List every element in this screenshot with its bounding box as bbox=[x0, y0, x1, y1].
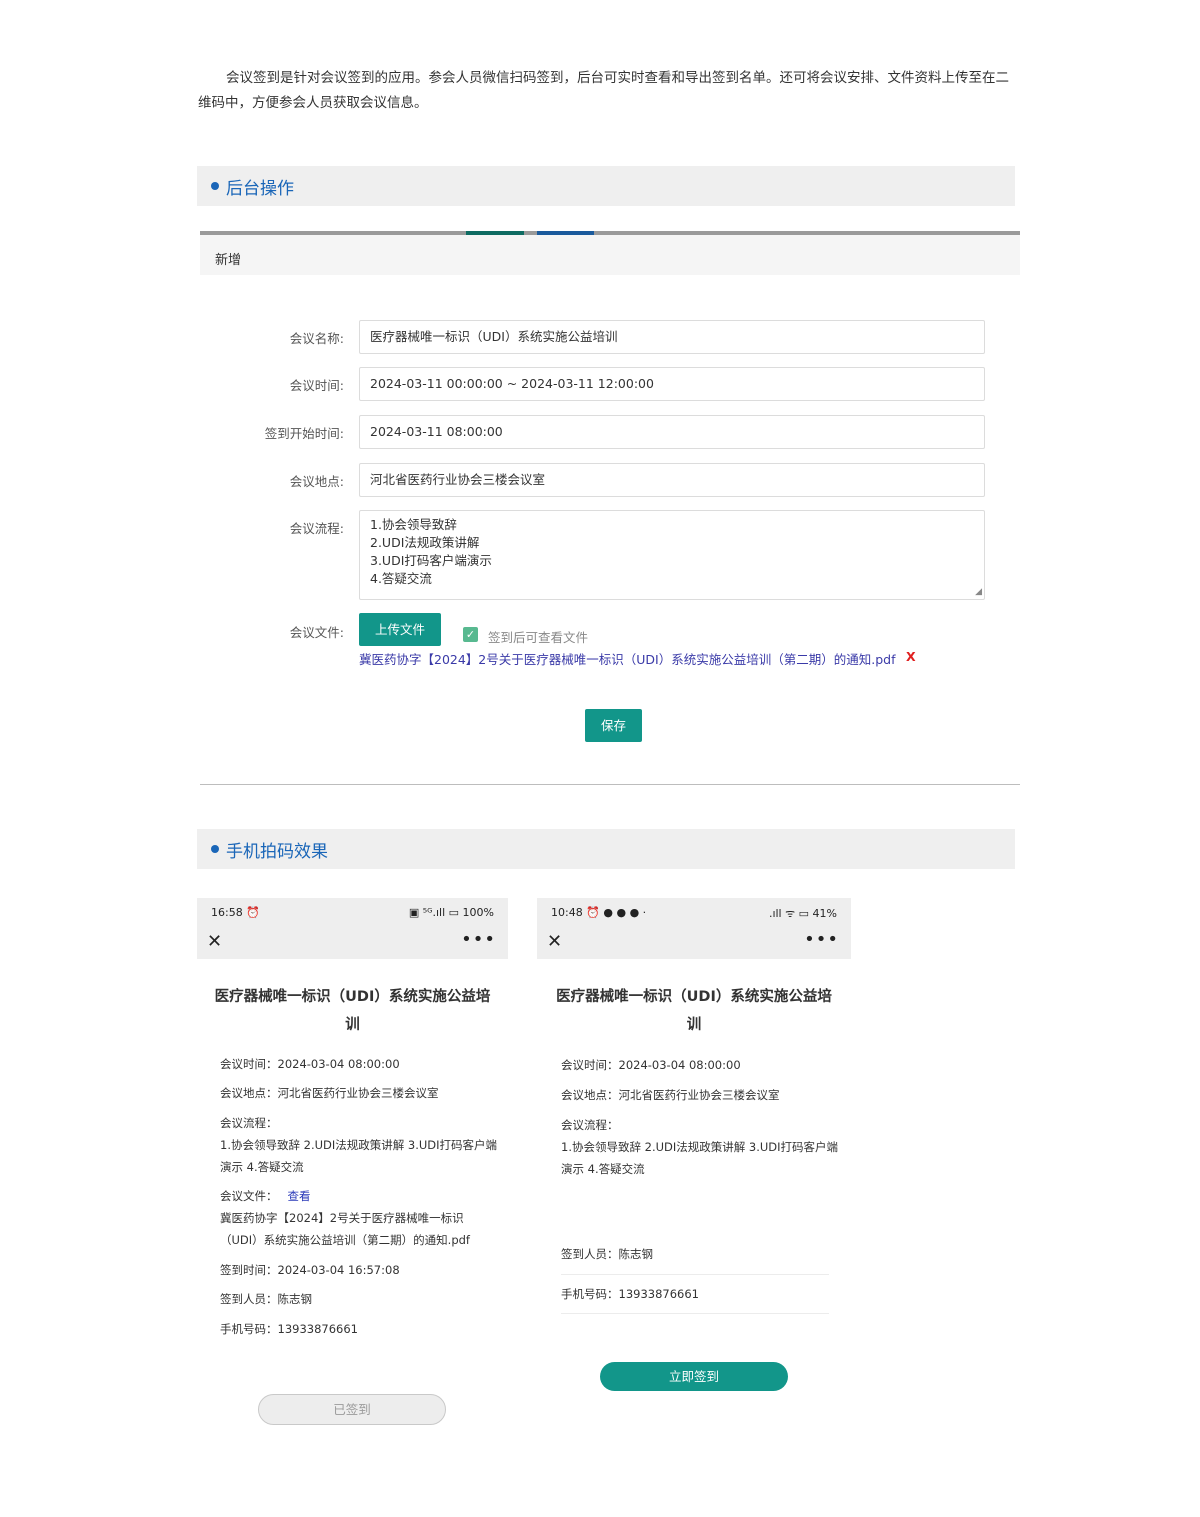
checkin-time-text: 签到时间：2024-03-04 16:57:08 bbox=[220, 1263, 400, 1277]
flow-line: 3.UDI打码客户端演示 bbox=[370, 553, 492, 568]
meeting-flow-text: 1.协会领导致辞 2.UDI法规政策讲解 3.UDI打码客户端 bbox=[220, 1138, 498, 1152]
status-bar: 16:58 ⏰ ▣ ⁵ᴳ.ıll ▭ 100% bbox=[197, 898, 508, 928]
meeting-title: 医疗器械唯一标识（UDI）系统实施公益培 训 bbox=[212, 983, 493, 1039]
field-label: 会议流程: bbox=[289, 521, 344, 536]
webview-navbar: ✕ ••• bbox=[537, 928, 851, 959]
meeting-flow-textarea[interactable]: 1.协会领导致辞 2.UDI法规政策讲解 3.UDI打码客户端演示 4.答疑交流… bbox=[359, 510, 985, 600]
bullet-icon bbox=[211, 182, 219, 190]
divider bbox=[561, 1313, 829, 1314]
uploaded-file-link[interactable]: 冀医药协字【2024】2号关于医疗器械唯一标识（UDI）系统实施公益培训（第二期… bbox=[359, 649, 895, 668]
resize-handle-icon[interactable]: ◢ bbox=[975, 588, 982, 597]
meeting-file-name: （UDI）系统实施公益培训（第二期）的通知.pdf bbox=[220, 1233, 470, 1247]
meeting-flow-label: 会议流程： bbox=[561, 1118, 619, 1132]
checkin-person-text: 签到人员：陈志钢 bbox=[561, 1247, 653, 1261]
field-label: 会议文件: bbox=[289, 625, 344, 640]
meeting-time-text: 会议时间：2024-03-04 08:00:00 bbox=[220, 1057, 400, 1071]
phone-screenshot-unsigned: 10:48 ⏰ ● ● ● · .ıll ᯤ ▭ 41% ✕ ••• 医疗器械唯… bbox=[537, 898, 851, 1398]
status-indicators: ▣ ⁵ᴳ.ıll ▭ 100% bbox=[408, 906, 494, 919]
title-line: 训 bbox=[345, 1017, 360, 1033]
meeting-flow-text: 演示 4.答疑交流 bbox=[561, 1162, 645, 1176]
field-label: 会议名称: bbox=[289, 331, 344, 346]
meeting-flow-label: 会议流程： bbox=[220, 1116, 278, 1130]
section-title: 手机拍码效果 bbox=[226, 841, 328, 862]
view-file-link[interactable]: 查看 bbox=[288, 1189, 311, 1203]
check-icon: ✓ bbox=[465, 628, 476, 641]
phone-screenshot-signed: 16:58 ⏰ ▣ ⁵ᴳ.ıll ▭ 100% ✕ ••• 医疗器械唯一标识（U… bbox=[197, 898, 508, 1438]
save-button[interactable]: 保存 bbox=[585, 709, 642, 742]
divider bbox=[561, 1274, 829, 1275]
bullet-icon bbox=[211, 845, 219, 853]
checkin-person-text: 签到人员：陈志钢 bbox=[220, 1292, 312, 1306]
close-icon[interactable]: ✕ bbox=[547, 931, 562, 952]
signed-button: 已签到 bbox=[258, 1394, 446, 1425]
intro-paragraph: 会议签到是针对会议签到的应用。参会人员微信扫码签到，后台可实时查看和导出签到名单… bbox=[198, 70, 1009, 111]
status-time: 16:58 ⏰ bbox=[211, 906, 260, 919]
meeting-title: 医疗器械唯一标识（UDI）系统实施公益培 训 bbox=[553, 983, 835, 1039]
meeting-name-input[interactable]: 医疗器械唯一标识（UDI）系统实施公益培训 bbox=[359, 320, 985, 354]
meeting-place-text: 会议地点：河北省医药行业协会三楼会议室 bbox=[220, 1086, 439, 1100]
title-line: 训 bbox=[686, 1017, 702, 1033]
more-icon[interactable]: ••• bbox=[461, 929, 496, 950]
field-label: 签到开始时间: bbox=[264, 426, 344, 441]
flow-line: 4.答疑交流 bbox=[370, 571, 432, 586]
webview-navbar: ✕ ••• bbox=[197, 928, 508, 959]
meeting-flow-text: 演示 4.答疑交流 bbox=[220, 1160, 304, 1174]
more-icon[interactable]: ••• bbox=[804, 929, 839, 950]
meeting-file-row: 会议文件： 查看 bbox=[220, 1185, 311, 1207]
tab-indicator bbox=[466, 231, 524, 235]
checkbox-label: 签到后可查看文件 bbox=[488, 630, 589, 645]
meeting-place-input[interactable]: 河北省医药行业协会三楼会议室 bbox=[359, 463, 985, 497]
phone-number-text: 手机号码：13933876661 bbox=[561, 1287, 699, 1301]
title-line: 医疗器械唯一标识（UDI）系统实施公益培 bbox=[556, 989, 832, 1005]
delete-file-button[interactable]: X bbox=[906, 649, 916, 664]
meeting-file-label: 会议文件： bbox=[220, 1189, 278, 1203]
status-bar: 10:48 ⏰ ● ● ● · .ıll ᯤ ▭ 41% bbox=[537, 898, 851, 928]
phone-number-text: 手机号码：13933876661 bbox=[220, 1322, 358, 1336]
meeting-file-name: 冀医药协字【2024】2号关于医疗器械唯一标识 bbox=[220, 1211, 464, 1225]
section-header-backend: 后台操作 bbox=[197, 166, 1015, 206]
upload-file-button[interactable]: 上传文件 bbox=[359, 613, 441, 646]
checkbox-view-after-checkin[interactable]: ✓ bbox=[463, 627, 478, 642]
meeting-time-input[interactable]: 2024-03-11 00:00:00 ~ 2024-03-11 12:00:0… bbox=[359, 367, 985, 401]
field-label: 会议时间: bbox=[289, 378, 344, 393]
status-indicators: .ıll ᯤ ▭ 41% bbox=[768, 907, 837, 920]
title-line: 医疗器械唯一标识（UDI）系统实施公益培 bbox=[214, 989, 491, 1005]
flow-line: 2.UDI法规政策讲解 bbox=[370, 535, 480, 550]
sign-in-button[interactable]: 立即签到 bbox=[600, 1362, 788, 1391]
status-time: 10:48 ⏰ ● ● ● · bbox=[551, 906, 647, 919]
meeting-flow-text: 1.协会领导致辞 2.UDI法规政策讲解 3.UDI打码客户端 bbox=[561, 1140, 839, 1154]
tab-indicator bbox=[537, 231, 594, 235]
close-icon[interactable]: ✕ bbox=[207, 931, 222, 952]
meeting-time-text: 会议时间：2024-03-04 08:00:00 bbox=[561, 1058, 741, 1072]
section-header-mobile: 手机拍码效果 bbox=[197, 829, 1015, 869]
tab-add[interactable]: 新增 bbox=[215, 249, 241, 268]
meeting-place-text: 会议地点：河北省医药行业协会三楼会议室 bbox=[561, 1088, 780, 1102]
section-title: 后台操作 bbox=[226, 178, 294, 199]
divider bbox=[200, 784, 1020, 785]
flow-line: 1.协会领导致辞 bbox=[370, 517, 457, 532]
tab-bar: 新增 bbox=[200, 231, 1020, 275]
checkin-start-input[interactable]: 2024-03-11 08:00:00 bbox=[359, 415, 985, 449]
field-label: 会议地点: bbox=[289, 474, 344, 489]
